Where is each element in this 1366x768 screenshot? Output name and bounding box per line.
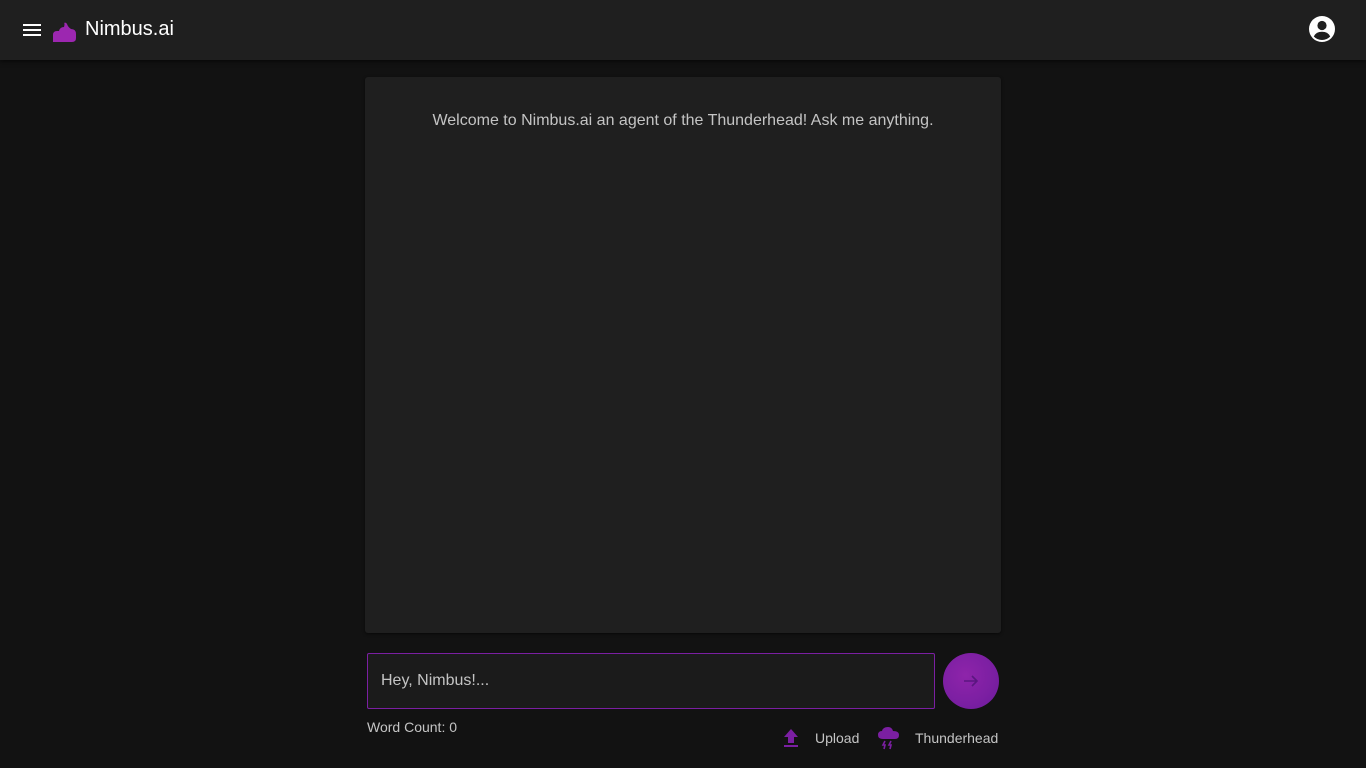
top-app-bar: Nimbus.ai [0, 0, 1366, 60]
thunderhead-button[interactable]: Thunderhead [877, 725, 998, 751]
upload-button[interactable]: Upload [781, 725, 859, 751]
word-count: Word Count: 0 [367, 719, 458, 735]
thunderhead-label: Thunderhead [915, 730, 999, 746]
account-circle-icon [1309, 16, 1335, 42]
welcome-message: Welcome to Nimbus.ai an agent of the Thu… [432, 112, 934, 129]
hamburger-menu-icon [23, 24, 41, 36]
thunderstorm-cloud-icon [878, 727, 899, 750]
upload-label: Upload [815, 730, 860, 746]
app-title[interactable]: Nimbus.ai [85, 17, 174, 41]
arrow-right-icon [964, 675, 979, 687]
account-button[interactable] [1308, 15, 1336, 43]
send-button[interactable] [943, 653, 999, 709]
cloud-icon [53, 22, 76, 42]
message-input[interactable] [367, 653, 935, 709]
chat-panel: Welcome to Nimbus.ai an agent of the Thu… [365, 77, 1001, 633]
menu-button[interactable] [20, 18, 44, 42]
upload-icon [784, 729, 798, 747]
